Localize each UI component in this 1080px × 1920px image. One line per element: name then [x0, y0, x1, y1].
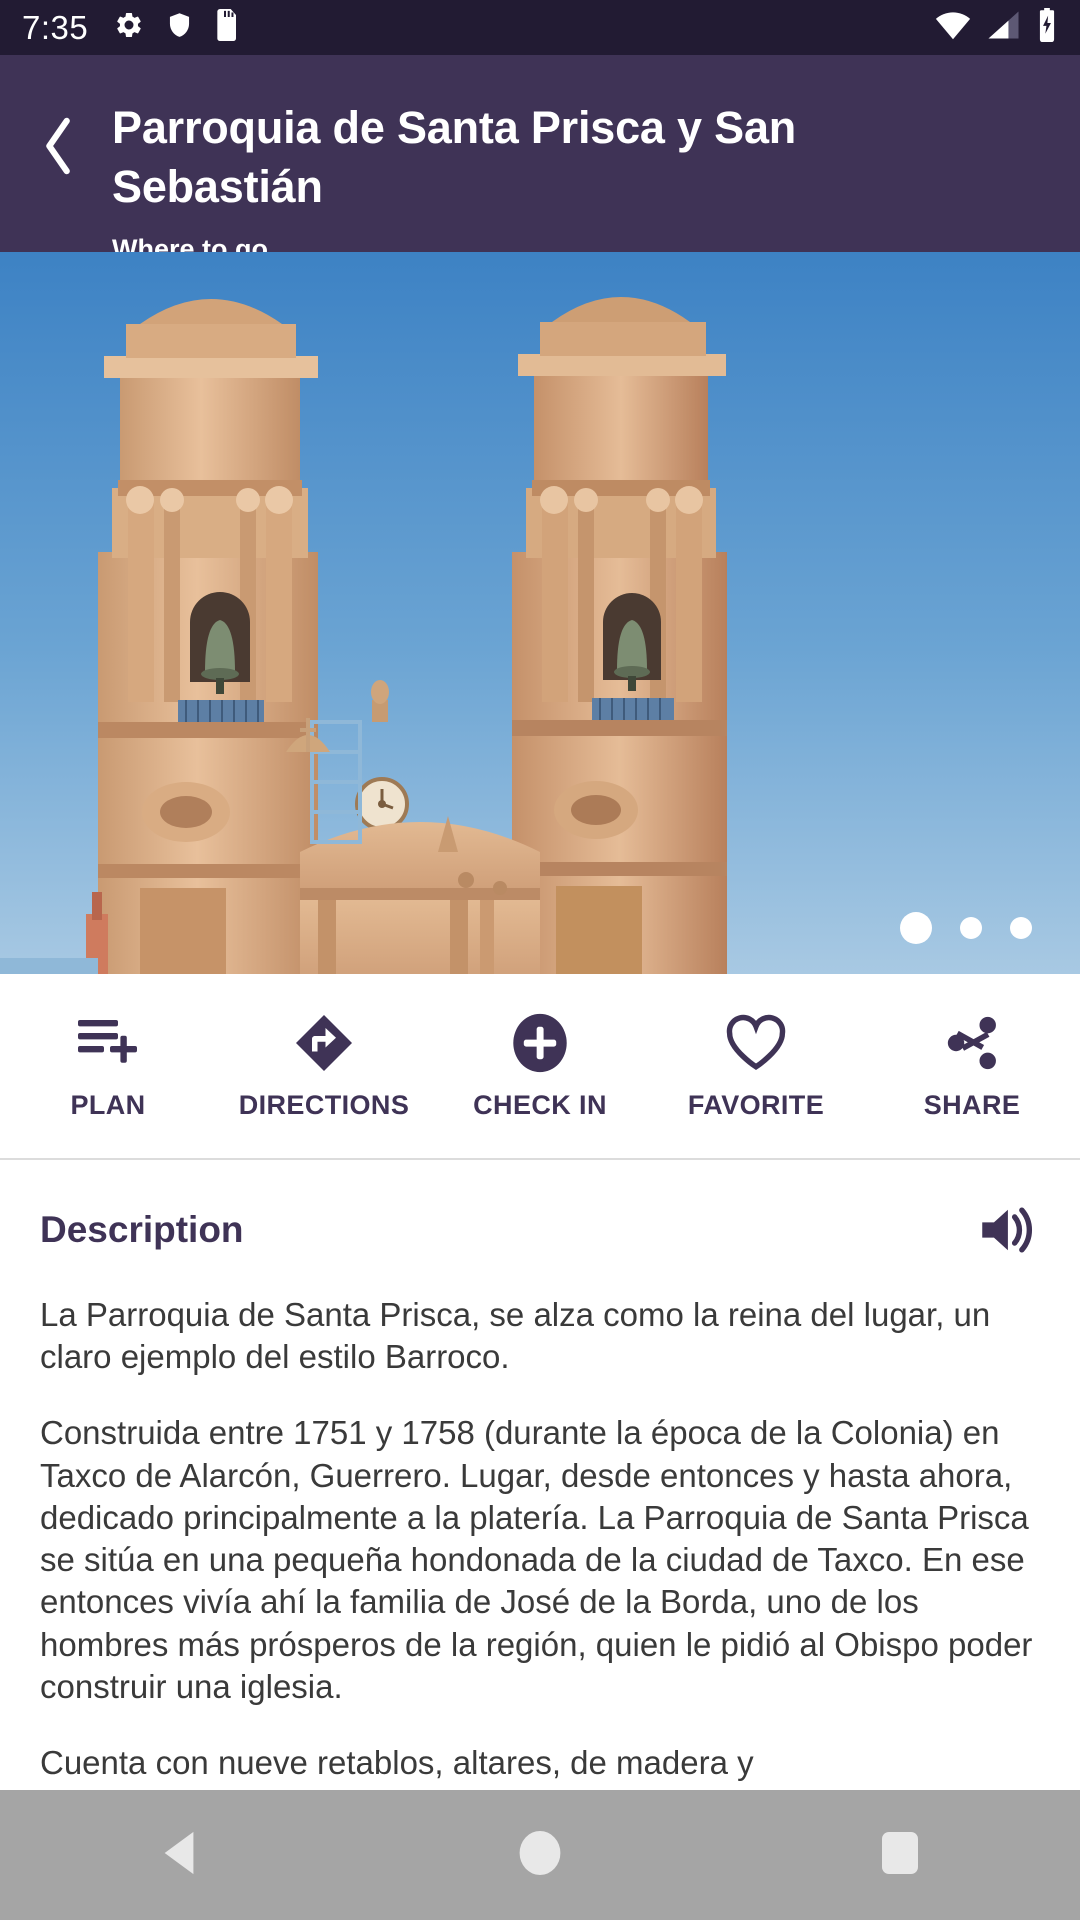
circle-home-icon [516, 1829, 564, 1882]
directions-icon [294, 1012, 354, 1074]
wifi-icon [935, 10, 971, 45]
app-screen: 7:35 Parroquia de Santa Prisca y San Seb… [0, 0, 1080, 1920]
hero-image-carousel[interactable] [0, 252, 1080, 974]
action-check-in[interactable]: CHECK IN [432, 1012, 648, 1121]
status-right-icons [935, 8, 1058, 47]
action-favorite[interactable]: FAVORITE [648, 1012, 864, 1121]
square-recents-icon [878, 1829, 922, 1882]
playlist-add-icon [77, 1012, 139, 1074]
description-paragraph: La Parroquia de Santa Prisca, se alza co… [40, 1296, 991, 1376]
app-bar-texts: Parroquia de Santa Prisca y San Sebastiá… [112, 93, 992, 267]
shield-icon [166, 10, 193, 45]
action-check-in-label: CHECK IN [473, 1089, 607, 1120]
add-circle-icon [511, 1012, 569, 1074]
action-plan-label: PLAN [70, 1089, 146, 1120]
carousel-dot-3[interactable] [1010, 917, 1032, 939]
status-bar: 7:35 [0, 0, 1080, 55]
action-directions-label: DIRECTIONS [238, 1089, 410, 1120]
sd-card-icon [215, 9, 241, 46]
church-photo [0, 252, 1080, 974]
gear-icon [114, 10, 144, 45]
action-share[interactable]: SHARE [864, 1012, 1080, 1121]
cell-signal-icon [987, 10, 1020, 45]
heart-outline-icon [725, 1012, 787, 1074]
status-left-icons [114, 9, 241, 46]
page-title: Parroquia de Santa Prisca y San Sebastiá… [112, 102, 797, 212]
android-navigation-bar [0, 1790, 1080, 1920]
carousel-dots[interactable] [900, 912, 1032, 944]
back-navigation-button[interactable] [24, 113, 94, 183]
action-favorite-label: FAVORITE [687, 1089, 825, 1120]
action-share-label: SHARE [923, 1089, 1021, 1120]
chevron-left-icon [42, 117, 76, 180]
action-plan[interactable]: PLAN [0, 1012, 216, 1121]
nav-recents-button[interactable] [840, 1810, 960, 1900]
share-icon [943, 1012, 1001, 1074]
action-directions[interactable]: DIRECTIONS [216, 1012, 432, 1121]
nav-back-button[interactable] [120, 1810, 240, 1900]
nav-home-button[interactable] [480, 1810, 600, 1900]
battery-charging-icon [1036, 8, 1058, 47]
triangle-back-icon [157, 1828, 203, 1883]
description-paragraph: Cuenta con nueve retablos, altares, de m… [40, 1744, 754, 1782]
carousel-dot-1[interactable] [900, 912, 932, 944]
carousel-dot-2[interactable] [960, 917, 982, 939]
action-bar: PLAN DIRECTIONS CHECK IN FAVORITE SHARE [0, 974, 1080, 1160]
description-heading: Description [40, 1209, 244, 1250]
description-section: Description La Parroquia de Santa Prisca… [0, 1162, 1080, 1784]
status-clock: 7:35 [22, 9, 89, 46]
description-paragraph: Construida entre 1751 y 1758 (durante la… [40, 1414, 1033, 1705]
volume-up-icon[interactable] [974, 1200, 1040, 1260]
description-header: Description [40, 1162, 1040, 1260]
description-body: La Parroquia de Santa Prisca, se alza co… [40, 1294, 1040, 1784]
